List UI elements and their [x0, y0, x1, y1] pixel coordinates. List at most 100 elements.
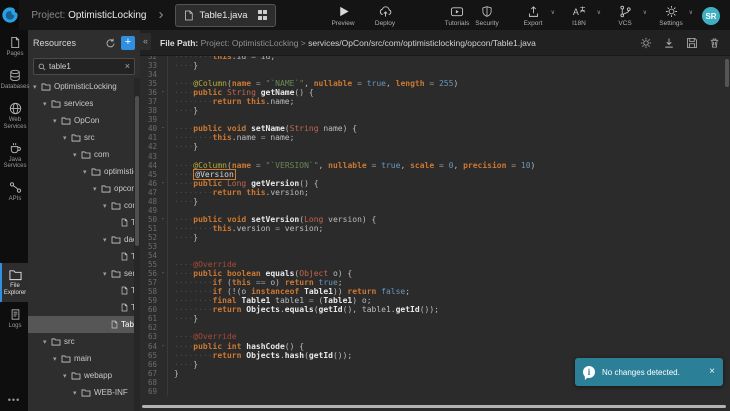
fold-marker[interactable]: -: [159, 342, 167, 351]
chevron-down-icon[interactable]: ∨: [551, 9, 555, 16]
sidebar-item-logs[interactable]: Logs: [0, 302, 28, 335]
tree-item-label: main: [74, 354, 91, 363]
line-number: 38: [140, 106, 159, 115]
file-path-label: File Path:: [160, 38, 198, 48]
fold-marker[interactable]: -: [159, 215, 167, 224]
tree-item-src[interactable]: ▾ src: [28, 333, 134, 350]
tree-expand-caret[interactable]: ▾: [83, 168, 91, 176]
code-text: ····@Column(name = "`NAME`", nullable = …: [167, 79, 730, 88]
tree-item-label: service: [124, 269, 134, 278]
delete-trash-icon[interactable]: [709, 37, 720, 49]
tree-item-table1controller-java[interactable]: Table1Controller.java: [28, 214, 134, 231]
line-number: 50: [140, 215, 159, 224]
deploy-label: Deploy: [375, 20, 395, 27]
tree-item-table1-java[interactable]: Table1.java: [28, 316, 134, 333]
fold-marker: [159, 152, 167, 161]
fold-marker: [159, 278, 167, 287]
export-button[interactable]: Export ∨: [518, 5, 548, 27]
wavemaker-logo-icon[interactable]: [0, 0, 19, 30]
sidebar-item-apis[interactable]: APIs: [0, 175, 28, 208]
tree-item-web-inf[interactable]: ▾ WEB-INF: [28, 384, 134, 401]
download-file-icon[interactable]: [663, 37, 675, 49]
editor-settings-gear-icon[interactable]: [640, 37, 652, 49]
tree-item-table1dao-java[interactable]: Table1Dao.java: [28, 248, 134, 265]
sidebar-item-databases[interactable]: Databases: [0, 63, 28, 96]
tree-item-dao[interactable]: ▾ dao: [28, 231, 134, 248]
preview-button[interactable]: Preview: [328, 5, 358, 27]
vcs-button[interactable]: VCS ∨: [610, 5, 640, 27]
tree-expand-caret[interactable]: ▾: [53, 355, 61, 363]
line-number: 51: [140, 224, 159, 233]
tree-item-opcon[interactable]: ▾ OpCon: [28, 112, 134, 129]
fold-marker[interactable]: -: [159, 124, 167, 133]
tree-item-com[interactable]: ▾ com: [28, 146, 134, 163]
settings-button[interactable]: Settings ∨: [656, 5, 686, 27]
tree-expand-caret[interactable]: ▾: [93, 185, 101, 193]
file-icon: [121, 286, 128, 295]
tree-item-table1serviceimpl-java[interactable]: Table1ServiceImpl.java: [28, 299, 134, 316]
tree-item-webapp[interactable]: ▾ webapp: [28, 367, 134, 384]
gear-icon: [665, 5, 678, 18]
fold-marker[interactable]: -: [159, 269, 167, 278]
sidebar-item-web-services[interactable]: Web Services: [0, 96, 28, 136]
add-resource-button[interactable]: +: [121, 36, 135, 50]
tab-table1-java[interactable]: Table1.java: [175, 4, 276, 27]
tree-expand-caret[interactable]: ▾: [103, 236, 111, 244]
code-text: ····}: [167, 61, 730, 70]
shield-icon: [481, 5, 493, 18]
tree-expand-caret[interactable]: ▾: [103, 270, 111, 278]
code-line-55: 55····@Override: [140, 260, 730, 269]
tree-expand-caret[interactable]: ▾: [43, 338, 51, 346]
security-button[interactable]: Security: [472, 5, 502, 27]
tree-item-services[interactable]: ▾ services: [28, 95, 134, 112]
tree-item-main[interactable]: ▾ main: [28, 350, 134, 367]
refresh-icon[interactable]: [105, 38, 116, 49]
chevron-down-icon[interactable]: ∨: [689, 9, 693, 16]
fold-marker: [159, 351, 167, 360]
clear-search-icon[interactable]: ×: [125, 62, 130, 71]
user-avatar[interactable]: SR: [702, 7, 720, 25]
tree-expand-caret[interactable]: ▾: [73, 389, 81, 397]
tree-scrollbar-thumb[interactable]: [135, 96, 139, 246]
tree-item-table1service-java[interactable]: Table1Service.java: [28, 282, 134, 299]
project-name: OptimisticLocking: [68, 10, 146, 21]
chevron-down-icon[interactable]: ∨: [643, 9, 647, 16]
sidebar-item-java-services[interactable]: Java Services: [0, 136, 28, 176]
collapse-panel-button[interactable]: «: [140, 33, 151, 50]
editor-horizontal-scrollbar[interactable]: [142, 405, 726, 408]
grid-view-icon[interactable]: [258, 10, 268, 20]
toast-close-icon[interactable]: ×: [709, 367, 715, 377]
search-input[interactable]: [49, 62, 122, 71]
tree-expand-caret[interactable]: ▾: [63, 372, 71, 380]
tutorials-button[interactable]: Tutorials: [442, 5, 472, 27]
tree-item-opcon[interactable]: ▾ opcon: [28, 180, 134, 197]
editor-vertical-scrollbar[interactable]: [725, 59, 729, 87]
tree-item-optimisticlocking[interactable]: ▾ optimisticlocking: [28, 163, 134, 180]
tree-expand-caret[interactable]: ▾: [103, 202, 111, 210]
code-text: [167, 251, 730, 260]
chevron-down-icon[interactable]: ∨: [597, 9, 601, 16]
i18n-button[interactable]: A I18N ∨: [564, 5, 594, 27]
tree-expand-caret[interactable]: ▾: [53, 117, 61, 125]
fold-marker[interactable]: -: [159, 88, 167, 97]
deploy-button[interactable]: Deploy: [370, 5, 400, 27]
line-number: 45: [140, 170, 159, 179]
sidebar-item-file-explorer[interactable]: File Explorer: [0, 263, 28, 302]
save-icon[interactable]: [686, 37, 698, 49]
more-menu-icon[interactable]: •••: [0, 389, 28, 411]
tree-expand-caret[interactable]: ▾: [33, 83, 41, 91]
sidebar-item-pages[interactable]: Pages: [0, 30, 28, 63]
tree-expand-caret[interactable]: ▾: [43, 100, 51, 108]
video-icon: [450, 5, 464, 18]
tree-expand-caret[interactable]: ▾: [73, 151, 81, 159]
tree-item-service[interactable]: ▾ service: [28, 265, 134, 282]
tree-scrollbar[interactable]: [134, 78, 140, 411]
tree-expand-caret[interactable]: ▾: [63, 134, 71, 142]
tree-item-optimisticlocking[interactable]: ▾ OptimisticLocking: [28, 78, 134, 95]
fold-marker: [159, 233, 167, 242]
tree-item-controller[interactable]: ▾ controller: [28, 197, 134, 214]
tree-item-src[interactable]: ▾ src: [28, 129, 134, 146]
code-text: ········if (!(o instanceof Table1)) retu…: [167, 287, 730, 296]
code-text: ········this.name = name;: [167, 133, 730, 142]
fold-marker[interactable]: -: [159, 179, 167, 188]
